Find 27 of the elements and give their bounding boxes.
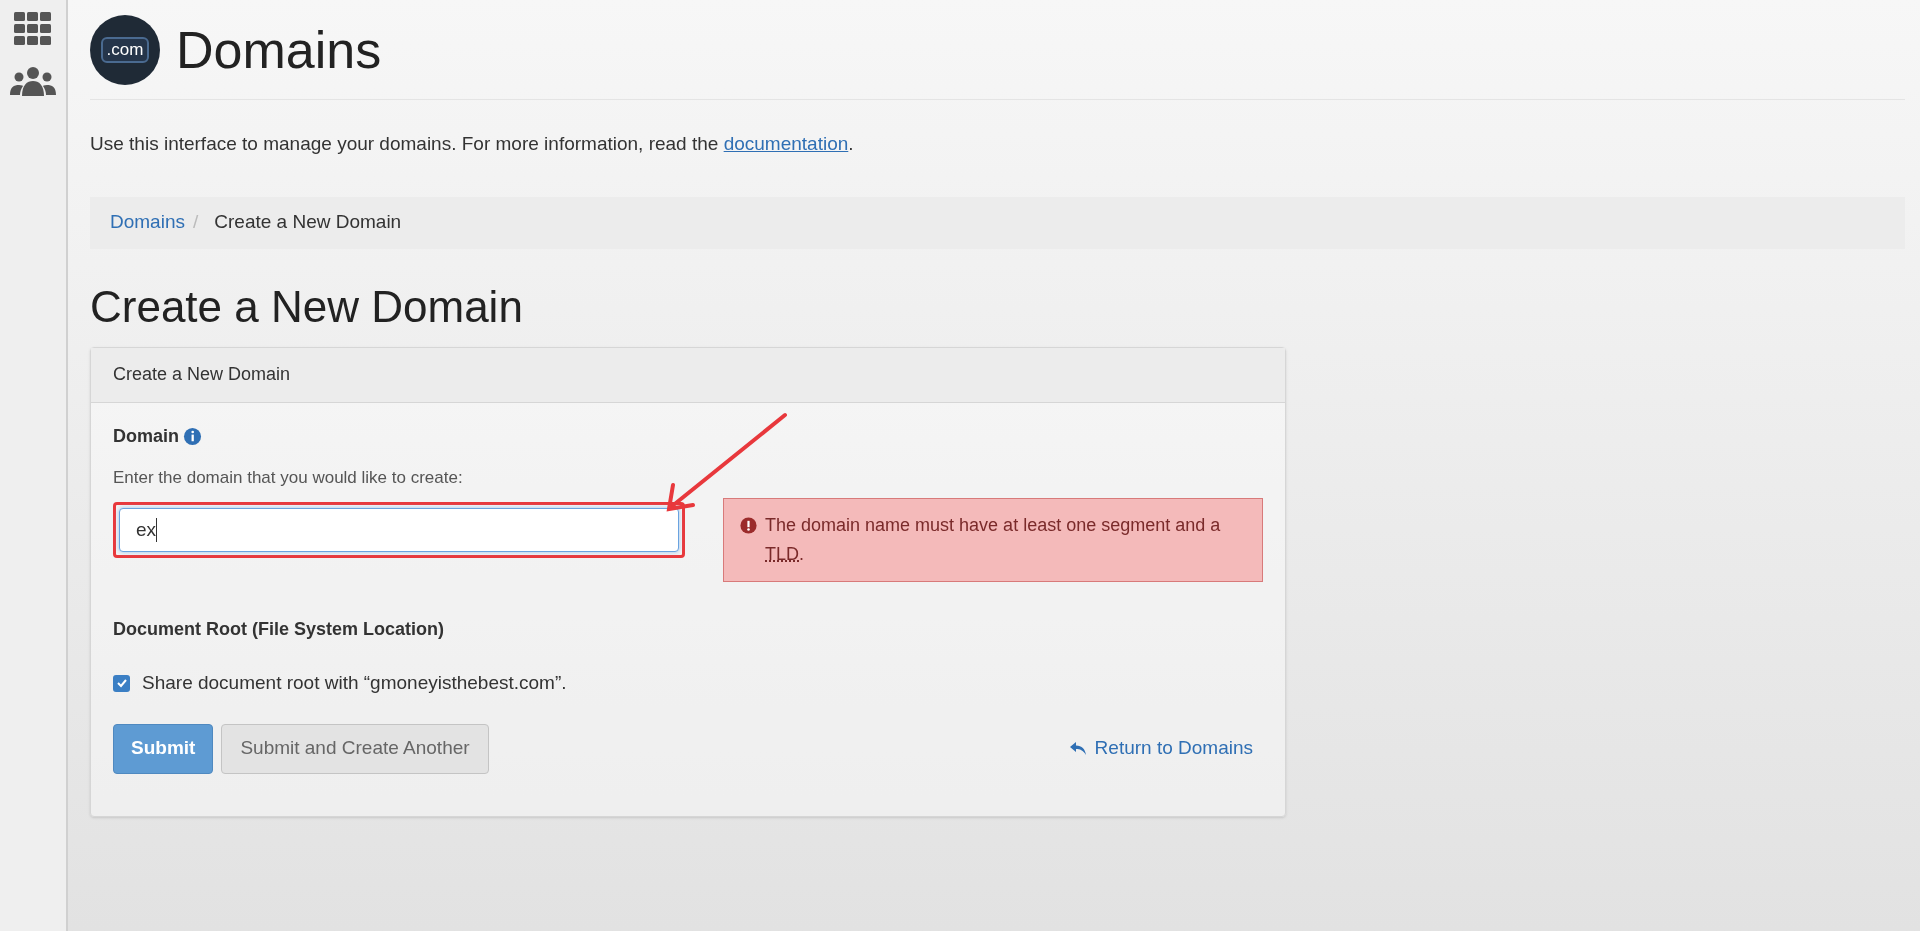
help-text: Enter the domain that you would like to create:	[113, 466, 464, 489]
breadcrumb-link[interactable]: Domains	[110, 208, 185, 237]
share-root-checkbox[interactable]	[113, 674, 130, 692]
submit-button[interactable]: Submit	[113, 723, 214, 774]
checkbox-label: Share document root with “gmoneyisthebest.com”.	[142, 671, 567, 695]
panel-heading: Create a New Domain	[91, 347, 1285, 403]
documentation-link[interactable]: documentation	[723, 133, 849, 154]
logo-text: .com	[100, 36, 150, 63]
document-root-label: Document Root (File System Location)	[113, 618, 446, 641]
breadcrumb-separator: /	[193, 210, 199, 235]
check-icon	[115, 677, 128, 690]
return-link[interactable]: Return to Domains	[1068, 734, 1253, 763]
intro-text: Use this interface to manage your domains. For more information, read the documentation.	[90, 132, 855, 156]
apps-grid-icon[interactable]	[14, 12, 52, 46]
domain-input-field[interactable]: ex	[119, 508, 679, 552]
input-value: ex	[136, 517, 157, 542]
error-icon	[740, 517, 757, 534]
reply-arrow-icon	[1068, 741, 1087, 756]
error-text: The domain name must have at least one segment and a TLD.	[765, 514, 1222, 566]
section-title: Create a New Domain	[90, 280, 524, 333]
info-icon[interactable]	[183, 426, 202, 446]
text-cursor	[156, 518, 158, 542]
breadcrumb-current: Create a New Domain	[214, 210, 402, 235]
users-icon[interactable]	[10, 66, 56, 96]
secondary-button[interactable]: Submit and Create Another	[221, 723, 489, 774]
domain-label: Domain	[113, 424, 179, 448]
page-header-title: Domains	[176, 19, 382, 81]
